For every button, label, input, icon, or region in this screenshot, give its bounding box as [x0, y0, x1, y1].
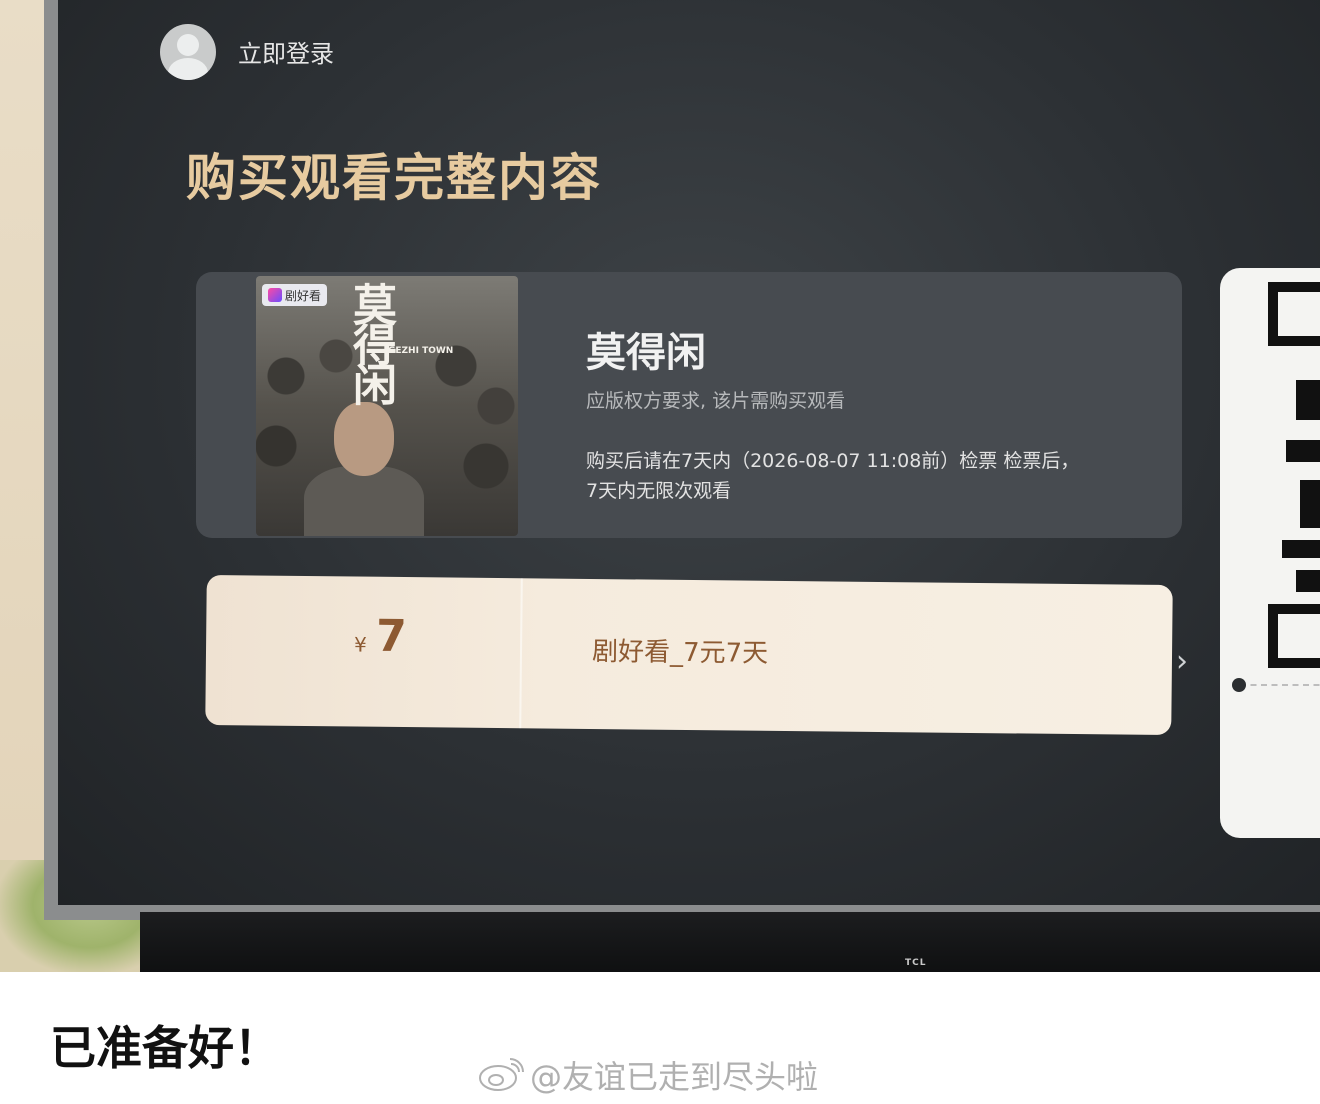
- movie-poster: 剧好看 莫得闲 GEZHI TOWN: [256, 276, 518, 536]
- poster-platform-badge: 剧好看: [262, 284, 328, 306]
- watermark: @友谊已走到尽头啦: [478, 1052, 818, 1098]
- price-value: 7: [375, 610, 408, 663]
- qr-finder-top: [1268, 282, 1320, 346]
- price-divider: [519, 578, 523, 729]
- page-title: 购买观看完整内容: [186, 149, 602, 207]
- copyright-notice: 应版权方要求, 该片需购买观看: [586, 390, 846, 412]
- ticket-detail: 购买后请在7天内（2026-08-07 11:08前）检票 检票后，7天内无限次…: [586, 450, 1080, 502]
- qr-module: [1286, 440, 1320, 462]
- poster-figure-face: [334, 402, 394, 476]
- poster-figure-body: [304, 466, 424, 536]
- poster-title: 莫得闲: [345, 282, 396, 402]
- login-button[interactable]: 立即登录: [238, 34, 334, 69]
- qr-module: [1282, 540, 1320, 558]
- ticket-perforation: [1240, 684, 1320, 686]
- chevron-right-icon[interactable]: ›: [1176, 644, 1188, 679]
- platform-logo-icon: [268, 288, 282, 302]
- photo: TCL 立即登录 购买观看完整内容 剧好看 莫得闲 GEZHI TOWN 莫得闲…: [0, 0, 1320, 972]
- watermark-text: @友谊已走到尽头啦: [530, 1058, 819, 1096]
- currency-symbol: ¥: [353, 632, 367, 657]
- brand-logo: TCL: [905, 958, 927, 968]
- qr-module: [1300, 480, 1320, 528]
- purchase-option[interactable]: ¥ 7 剧好看_7元7天: [205, 574, 1173, 736]
- poster-badge-label: 剧好看: [285, 288, 322, 303]
- post-caption: 已准备好！: [50, 1021, 280, 1075]
- weibo-icon: [479, 1058, 524, 1091]
- tv-bezel-bottom: [140, 912, 1320, 972]
- ticket-notch: [1232, 678, 1246, 692]
- movie-title: 莫得闲: [586, 330, 706, 376]
- avatar[interactable]: [160, 24, 216, 80]
- poster-english-title: GEZHI TOWN: [388, 346, 454, 356]
- qr-module: [1296, 570, 1320, 592]
- qr-module: [1296, 380, 1320, 420]
- package-name: 剧好看_7元7天: [591, 636, 769, 669]
- qr-finder-bottom: [1268, 604, 1320, 668]
